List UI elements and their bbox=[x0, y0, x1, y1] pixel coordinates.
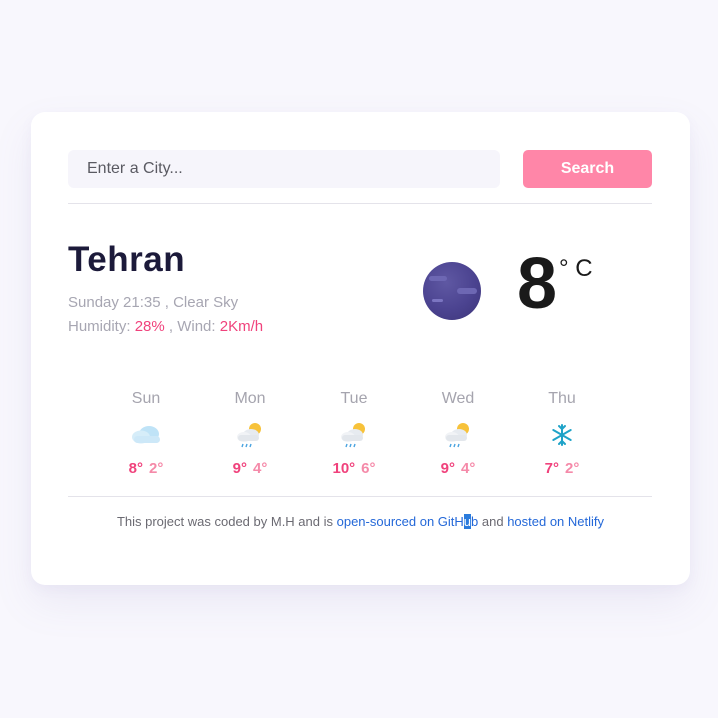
night-clear-moon-icon bbox=[423, 262, 481, 320]
forecast-day-name: Mon bbox=[234, 390, 266, 407]
forecast-min: 2° bbox=[565, 460, 580, 477]
forecast-day: Wed 9° 4° bbox=[406, 390, 510, 477]
forecast-temps: 9° 4° bbox=[198, 460, 302, 477]
humidity-value: 28% bbox=[134, 318, 165, 335]
city-name: Tehran bbox=[68, 240, 186, 279]
forecast-min: 6° bbox=[361, 460, 376, 477]
forecast-day-name: Sun bbox=[131, 390, 161, 407]
forecast-day: Tue 10° 6° bbox=[302, 390, 406, 477]
sun-cloud-rain-icon bbox=[406, 420, 510, 454]
divider-top bbox=[68, 203, 652, 204]
snowflake-icon bbox=[510, 420, 614, 454]
current-temperature: 8 bbox=[517, 244, 558, 324]
cloud-icon bbox=[94, 420, 198, 454]
forecast-max: 8° bbox=[128, 460, 143, 477]
forecast-temps: 9° 4° bbox=[406, 460, 510, 477]
footer: This project was coded by M.H and is ope… bbox=[31, 514, 690, 529]
search-button[interactable]: Search bbox=[523, 150, 652, 188]
forecast-max: 10° bbox=[332, 460, 356, 477]
forecast-day-name: Tue bbox=[340, 390, 368, 407]
weather-description: Clear Sky bbox=[173, 294, 239, 311]
weather-card: Search Tehran Sunday 21:35 , Clear Sky H… bbox=[31, 112, 690, 585]
forecast-max: 9° bbox=[232, 460, 247, 477]
forecast-day: Sun 8° 2° bbox=[94, 390, 198, 477]
forecast-min: 2° bbox=[149, 460, 164, 477]
humidity-wind-line: Humidity: 28% , Wind: 2Km/h bbox=[68, 318, 263, 335]
forecast-day-name: Wed bbox=[441, 390, 475, 407]
search-form: Search bbox=[68, 150, 652, 188]
city-search-input[interactable] bbox=[68, 150, 500, 188]
wind-label: , Wind: bbox=[164, 318, 220, 335]
forecast-row: Sun 8° 2° Mon 9° 4° Tue 10° 6° Wed 9° 4°… bbox=[94, 390, 614, 480]
footer-text-and: and bbox=[478, 514, 508, 529]
text-selection: u bbox=[463, 514, 472, 529]
forecast-temps: 7° 2° bbox=[510, 460, 614, 477]
forecast-min: 4° bbox=[461, 460, 476, 477]
forecast-day-name: Thu bbox=[548, 390, 576, 407]
forecast-temps: 8° 2° bbox=[94, 460, 198, 477]
forecast-temps: 10° 6° bbox=[302, 460, 406, 477]
forecast-max: 7° bbox=[544, 460, 559, 477]
forecast-max: 9° bbox=[440, 460, 455, 477]
date-time: Sunday 21:35 bbox=[68, 294, 161, 311]
forecast-day: Mon 9° 4° bbox=[198, 390, 302, 477]
temperature-unit: ° C bbox=[559, 255, 593, 282]
separator: , bbox=[160, 294, 174, 311]
date-description-line: Sunday 21:35 , Clear Sky bbox=[68, 294, 238, 311]
humidity-label: Humidity: bbox=[68, 318, 135, 335]
forecast-min: 4° bbox=[253, 460, 268, 477]
netlify-link[interactable]: hosted on Netlify bbox=[507, 514, 604, 529]
divider-bottom bbox=[68, 496, 652, 497]
footer-text: This project was coded by M.H and is bbox=[116, 514, 337, 529]
sun-cloud-rain-icon bbox=[198, 420, 302, 454]
github-link[interactable]: open-sourced on GitHub bbox=[337, 514, 478, 529]
wind-value: 2Km/h bbox=[219, 318, 264, 335]
sun-cloud-rain-icon bbox=[302, 420, 406, 454]
forecast-day: Thu 7° 2° bbox=[510, 390, 614, 477]
